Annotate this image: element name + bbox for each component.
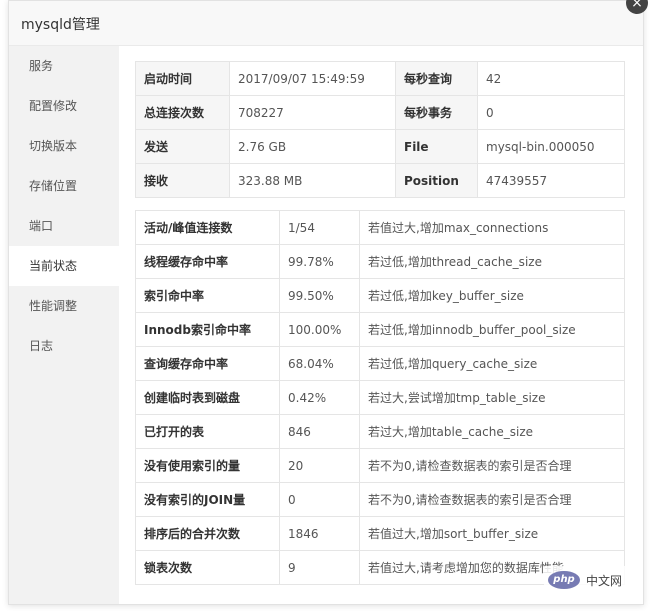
stat-hint-cell: 若过大,增加table_cache_size <box>359 414 625 449</box>
stat-label-cell: 没有使用索引的量 <box>135 448 280 483</box>
stats-table-row: 索引命中率 99.50% 若过低,增加key_buffer_size <box>135 278 625 313</box>
stat-value-cell: 100.00% <box>279 312 360 347</box>
sidebar-item-storage-location[interactable]: 存储位置 <box>9 166 119 206</box>
sidebar-item-service[interactable]: 服务 <box>9 46 119 86</box>
stats-table-row: 查询缓存命中率 68.04% 若过低,增加query_cache_size <box>135 346 625 381</box>
stat-hint-cell: 若过低,增加query_cache_size <box>359 346 625 381</box>
stats-table-row: 活动/峰值连接数 1/54 若值过大,增加max_connections <box>135 210 625 245</box>
stats-table-row: 没有使用索引的量 20 若不为0,请检查数据表的索引是否合理 <box>135 448 625 483</box>
stat-value-cell: 1/54 <box>279 210 360 245</box>
stat-label-cell: 查询缓存命中率 <box>135 346 280 381</box>
sidebar-item-current-status[interactable]: 当前状态 <box>9 246 119 286</box>
status-content: 启动时间 2017/09/07 15:49:59 每秒查询 42 总连接次数 708227… <box>135 61 625 585</box>
stat-value-cell: 99.50% <box>279 278 360 313</box>
stat-label-cell: 排序后的合并次数 <box>135 516 280 551</box>
info-label-cell: Position <box>395 163 478 198</box>
info-value-cell: 42 <box>477 61 625 96</box>
stat-label-cell: Innodb索引命中率 <box>135 312 280 347</box>
stat-label-cell: 创建临时表到磁盘 <box>135 380 280 415</box>
stat-label-cell: 没有索引的JOIN量 <box>135 482 280 517</box>
stat-hint-cell: 若过低,增加innodb_buffer_pool_size <box>359 312 625 347</box>
stat-label-cell: 线程缓存命中率 <box>135 244 280 279</box>
stat-value-cell: 846 <box>279 414 360 449</box>
sidebar-item-log[interactable]: 日志 <box>9 326 119 366</box>
stats-table-row: 没有索引的JOIN量 0 若不为0,请检查数据表的索引是否合理 <box>135 482 625 517</box>
sidebar-nav: 服务 配置修改 切换版本 存储位置 端口 当前状态 性能调整 日志 <box>9 46 119 604</box>
info-table-row: 启动时间 2017/09/07 15:49:59 每秒查询 42 <box>135 61 625 96</box>
mysqld-manager-dialog: mysqld管理 服务 配置修改 切换版本 存储位置 端口 当前状态 性能调整 … <box>8 0 644 605</box>
stat-label-cell: 活动/峰值连接数 <box>135 210 280 245</box>
sidebar-item-performance-tuning[interactable]: 性能调整 <box>9 286 119 326</box>
stat-label-cell: 索引命中率 <box>135 278 280 313</box>
stat-hint-cell: 若不为0,请检查数据表的索引是否合理 <box>359 448 625 483</box>
stats-table-row: 已打开的表 846 若过大,增加table_cache_size <box>135 414 625 449</box>
stat-value-cell: 20 <box>279 448 360 483</box>
stats-table-row: 线程缓存命中率 99.78% 若过低,增加thread_cache_size <box>135 244 625 279</box>
stats-table-row: 排序后的合并次数 1846 若值过大,增加sort_buffer_size <box>135 516 625 551</box>
info-table-row: 发送 2.76 GB File mysql-bin.000050 <box>135 129 625 164</box>
close-icon: × <box>631 0 643 11</box>
stat-value-cell: 0 <box>279 482 360 517</box>
stat-value-cell: 0.42% <box>279 380 360 415</box>
info-label-cell: 每秒查询 <box>395 61 478 96</box>
server-info-table: 启动时间 2017/09/07 15:49:59 每秒查询 42 总连接次数 708227… <box>135 61 625 198</box>
php-logo-icon: php <box>548 571 580 589</box>
info-label-cell: 接收 <box>135 163 230 198</box>
stat-hint-cell: 若过大,尝试增加tmp_table_size <box>359 380 625 415</box>
stat-hint-cell: 若过低,增加thread_cache_size <box>359 244 625 279</box>
stat-hint-cell: 若值过大,增加sort_buffer_size <box>359 516 625 551</box>
stat-value-cell: 1846 <box>279 516 360 551</box>
dialog-title: mysqld管理 <box>21 17 100 33</box>
info-value-cell: 708227 <box>229 95 396 130</box>
stat-hint-cell: 若过低,增加key_buffer_size <box>359 278 625 313</box>
info-value-cell: mysql-bin.000050 <box>477 129 625 164</box>
stats-table-row: Innodb索引命中率 100.00% 若过低,增加innodb_buffer_po… <box>135 312 625 347</box>
info-table-row: 接收 323.88 MB Position 47439557 <box>135 163 625 198</box>
info-value-cell: 2017/09/07 15:49:59 <box>229 61 396 96</box>
info-label-cell: 启动时间 <box>135 61 230 96</box>
info-value-cell: 2.76 GB <box>229 129 396 164</box>
info-table-row: 总连接次数 708227 每秒事务 0 <box>135 95 625 130</box>
php-cn-watermark: php 中文网 <box>544 566 627 594</box>
watermark-text: 中文网 <box>586 573 623 588</box>
sidebar-item-port[interactable]: 端口 <box>9 206 119 246</box>
info-value-cell: 323.88 MB <box>229 163 396 198</box>
sidebar-item-switch-version[interactable]: 切换版本 <box>9 126 119 166</box>
stat-hint-cell: 若值过大,增加max_connections <box>359 210 625 245</box>
stat-hint-cell: 若不为0,请检查数据表的索引是否合理 <box>359 482 625 517</box>
stat-label-cell: 已打开的表 <box>135 414 280 449</box>
stats-table-row: 创建临时表到磁盘 0.42% 若过大,尝试增加tmp_table_size <box>135 380 625 415</box>
info-label-cell: 每秒事务 <box>395 95 478 130</box>
info-value-cell: 0 <box>477 95 625 130</box>
info-value-cell: 47439557 <box>477 163 625 198</box>
stat-label-cell: 锁表次数 <box>135 550 280 585</box>
performance-stats-table: 活动/峰值连接数 1/54 若值过大,增加max_connections 线程缓存命中… <box>135 210 625 585</box>
info-label-cell: File <box>395 129 478 164</box>
info-label-cell: 发送 <box>135 129 230 164</box>
info-label-cell: 总连接次数 <box>135 95 230 130</box>
stat-value-cell: 68.04% <box>279 346 360 381</box>
sidebar-item-config-edit[interactable]: 配置修改 <box>9 86 119 126</box>
dialog-titlebar: mysqld管理 <box>9 1 643 46</box>
stat-value-cell: 9 <box>279 550 360 585</box>
stat-value-cell: 99.78% <box>279 244 360 279</box>
